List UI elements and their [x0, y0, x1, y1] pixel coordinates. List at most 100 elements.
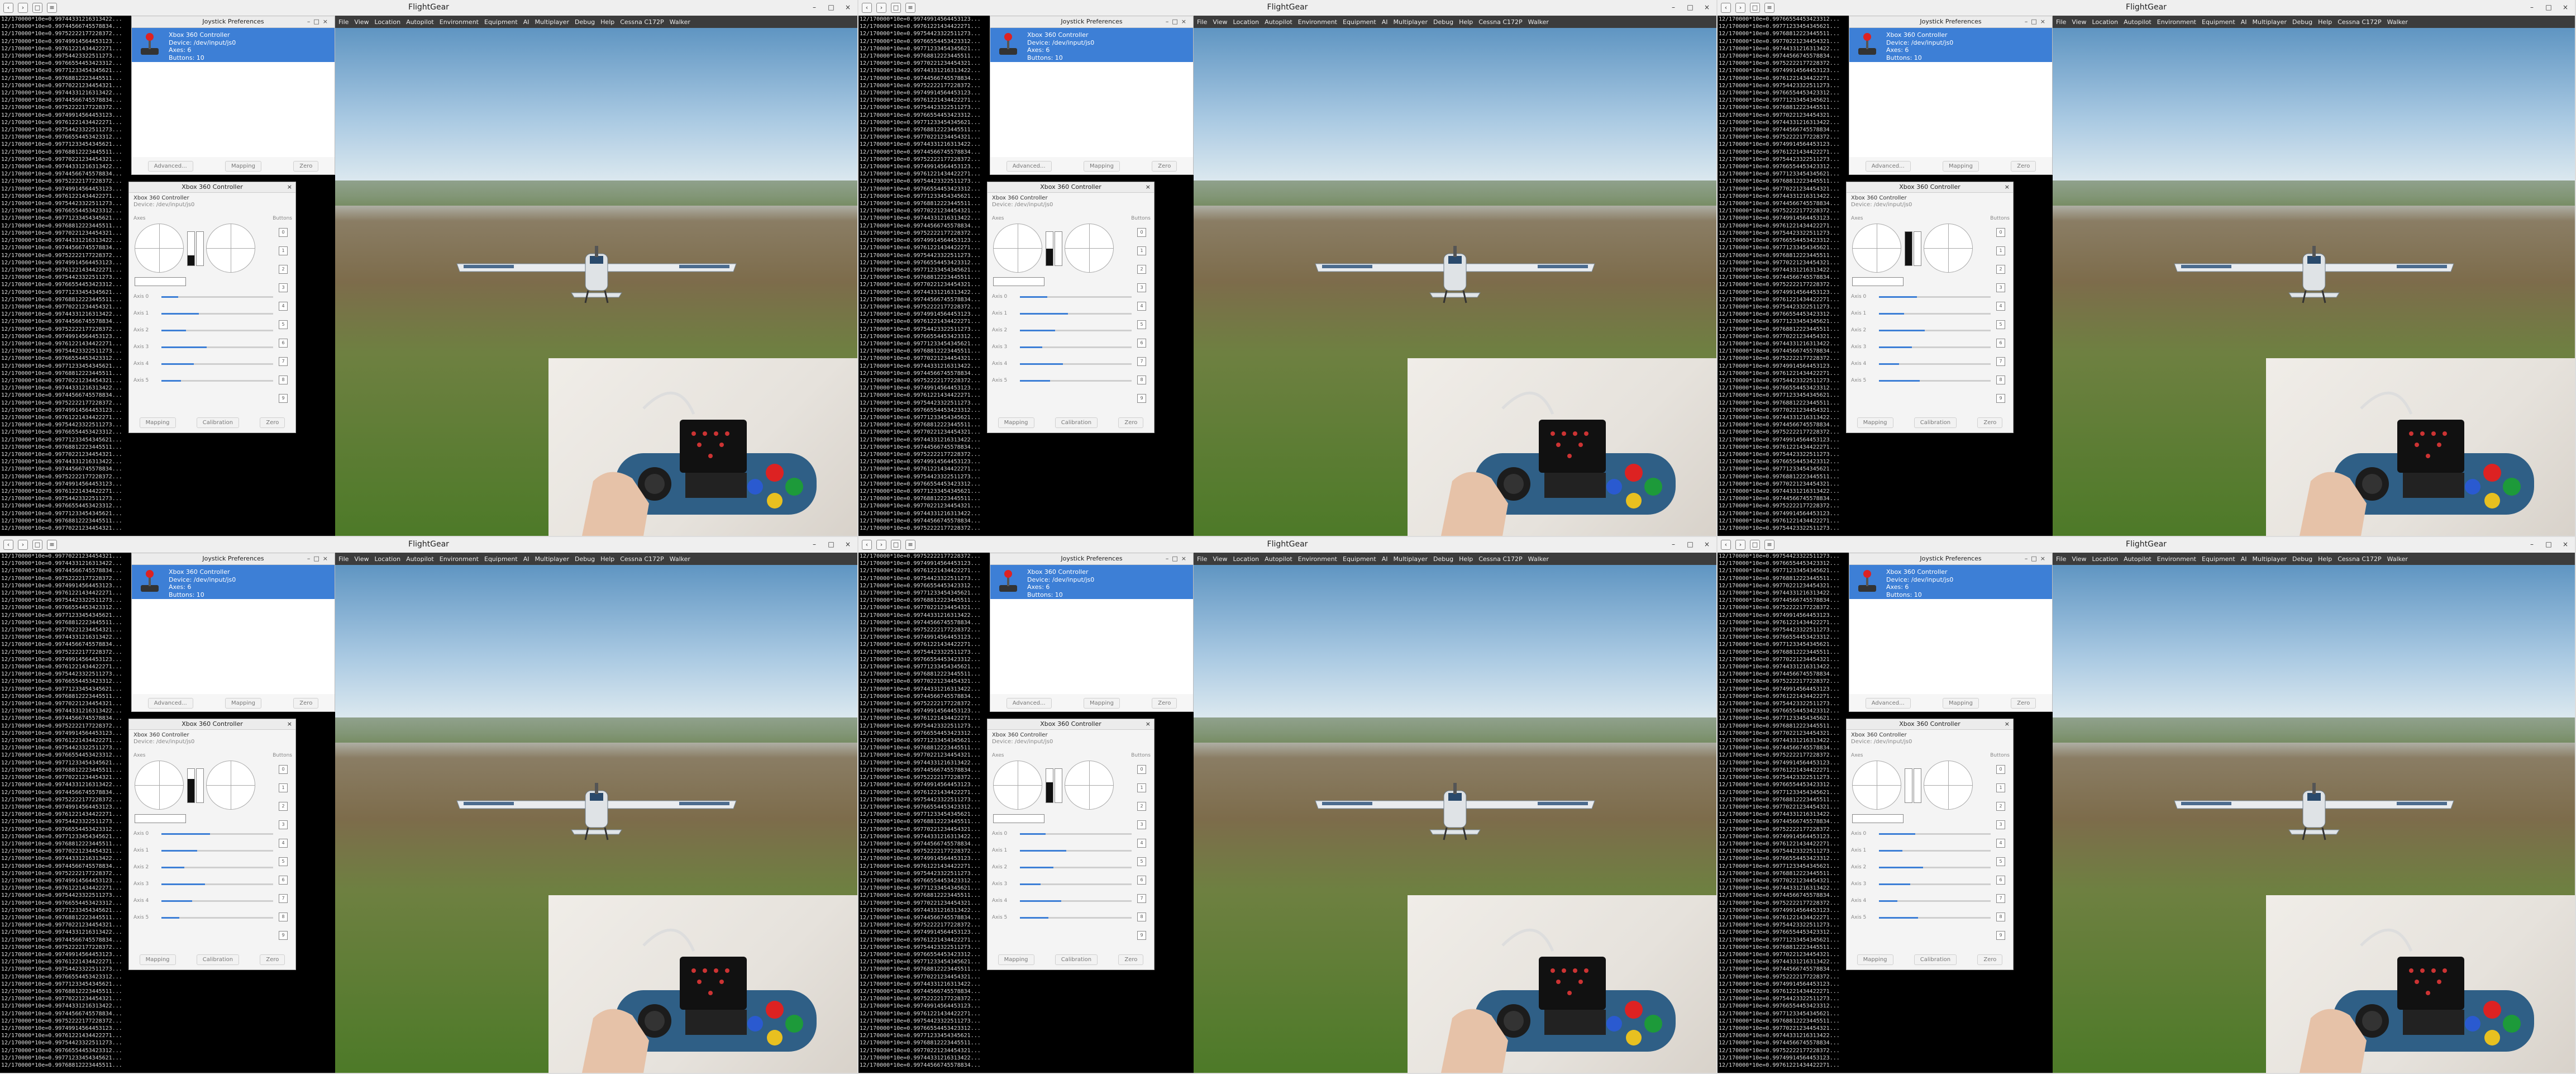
- menu-item-walker[interactable]: Walker: [2387, 18, 2408, 26]
- menu-item-file[interactable]: File: [1197, 555, 1207, 563]
- advanced-button[interactable]: Advanced...: [1865, 160, 1911, 172]
- menu-item-equipment[interactable]: Equipment: [2202, 555, 2235, 563]
- menu-item-multiplayer[interactable]: Multiplayer: [1394, 18, 1428, 26]
- menu-item-ai[interactable]: AI: [1382, 555, 1388, 563]
- menu-item-location[interactable]: Location: [375, 555, 401, 563]
- dialog-window-controls[interactable]: –□×: [2025, 16, 2049, 27]
- menu-item-multiplayer[interactable]: Multiplayer: [535, 18, 569, 26]
- menu-item-environment[interactable]: Environment: [440, 555, 479, 563]
- menu-item-multiplayer[interactable]: Multiplayer: [2253, 18, 2287, 26]
- menu-item-environment[interactable]: Environment: [2157, 18, 2196, 26]
- menu-item-environment[interactable]: Environment: [2157, 555, 2196, 563]
- dialog-window-controls[interactable]: –□×: [307, 553, 331, 564]
- menu-item-file[interactable]: File: [2056, 18, 2066, 26]
- close-icon[interactable]: ×: [2005, 182, 2010, 192]
- menu-item-equipment[interactable]: Equipment: [1343, 555, 1376, 563]
- menu-item-debug[interactable]: Debug: [575, 555, 595, 563]
- menu-item-view[interactable]: View: [2072, 18, 2086, 26]
- menu-item-ai[interactable]: AI: [2241, 18, 2247, 26]
- menu-item-debug[interactable]: Debug: [2292, 555, 2312, 563]
- zero-button[interactable]: Zero: [2011, 160, 2036, 172]
- menu-item-walker[interactable]: Walker: [1528, 555, 1549, 563]
- menu-item-multiplayer[interactable]: Multiplayer: [1394, 555, 1428, 563]
- menu-item-ai[interactable]: AI: [1382, 18, 1388, 26]
- dialog-window-controls[interactable]: –□×: [2025, 553, 2049, 564]
- mapping-button[interactable]: Mapping: [225, 160, 261, 172]
- menu-item-debug[interactable]: Debug: [2292, 18, 2312, 26]
- maximize-icon[interactable]: □: [1685, 2, 1695, 12]
- menu-item-file[interactable]: File: [338, 555, 349, 563]
- mapping-button[interactable]: Mapping: [1943, 697, 1979, 709]
- menu-item-file[interactable]: File: [338, 18, 349, 26]
- flightgear-view[interactable]: File View Location Autopilot Environment Equi…: [2053, 553, 2575, 1073]
- mapping-button[interactable]: Mapping: [1943, 160, 1979, 172]
- menu-item-view[interactable]: View: [354, 555, 369, 563]
- menu-item-help[interactable]: Help: [1459, 18, 1473, 26]
- close-icon[interactable]: ×: [1702, 2, 1712, 12]
- flightgear-view[interactable]: File View Location Autopilot Environment Equi…: [1194, 553, 1716, 1073]
- calibration-button[interactable]: Calibration: [196, 954, 240, 965]
- dialog-window-controls[interactable]: –□×: [1166, 16, 1190, 27]
- maximize-icon[interactable]: □: [826, 2, 836, 12]
- menu-item-equipment[interactable]: Equipment: [2202, 18, 2235, 26]
- menu-item-equipment[interactable]: Equipment: [1343, 18, 1376, 26]
- menu-item-walker[interactable]: Walker: [670, 18, 690, 26]
- menu-item-view[interactable]: View: [2072, 555, 2086, 563]
- menu-item-location[interactable]: Location: [2092, 18, 2119, 26]
- zero-button[interactable]: Zero: [260, 417, 285, 428]
- menu-item-autopilot[interactable]: Autopilot: [1265, 555, 1292, 563]
- maximize-icon[interactable]: □: [826, 539, 836, 549]
- close-icon[interactable]: ×: [287, 719, 292, 729]
- mapping-button[interactable]: Mapping: [1857, 954, 1893, 965]
- close-icon[interactable]: ×: [2560, 2, 2570, 12]
- menu-item-help[interactable]: Help: [600, 18, 614, 26]
- menu-item-ai[interactable]: AI: [523, 555, 529, 563]
- menu-item-cessna-c172p[interactable]: Cessna C172P: [2338, 555, 2381, 563]
- menu-item-cessna-c172p[interactable]: Cessna C172P: [2338, 18, 2381, 26]
- advanced-button[interactable]: Advanced...: [1865, 697, 1911, 709]
- mapping-button[interactable]: Mapping: [1857, 417, 1893, 428]
- menu-item-multiplayer[interactable]: Multiplayer: [2253, 555, 2287, 563]
- zero-button[interactable]: Zero: [1152, 160, 1177, 172]
- menu-item-help[interactable]: Help: [2318, 555, 2332, 563]
- menu-item-cessna-c172p[interactable]: Cessna C172P: [1478, 18, 1522, 26]
- menu-item-walker[interactable]: Walker: [2387, 555, 2408, 563]
- minimize-icon[interactable]: –: [809, 539, 819, 549]
- menu-item-walker[interactable]: Walker: [670, 555, 690, 563]
- advanced-button[interactable]: Advanced...: [1006, 697, 1052, 709]
- menu-item-autopilot[interactable]: Autopilot: [2124, 18, 2152, 26]
- menu-item-autopilot[interactable]: Autopilot: [1265, 18, 1292, 26]
- advanced-button[interactable]: Advanced...: [147, 160, 193, 172]
- maximize-icon[interactable]: □: [2544, 539, 2554, 549]
- menu-item-environment[interactable]: Environment: [440, 18, 479, 26]
- calibration-button[interactable]: Calibration: [1055, 954, 1098, 965]
- menu-item-file[interactable]: File: [2056, 555, 2066, 563]
- advanced-button[interactable]: Advanced...: [1006, 160, 1052, 172]
- menu-item-location[interactable]: Location: [1233, 555, 1260, 563]
- zero-button[interactable]: Zero: [1118, 954, 1144, 965]
- maximize-icon[interactable]: □: [1685, 539, 1695, 549]
- close-icon[interactable]: ×: [287, 182, 292, 192]
- flightgear-view[interactable]: File View Location Autopilot Environment Equi…: [1194, 16, 1716, 536]
- menu-item-location[interactable]: Location: [375, 18, 401, 26]
- minimize-icon[interactable]: –: [1668, 539, 1678, 549]
- menu-item-autopilot[interactable]: Autopilot: [406, 18, 434, 26]
- calibration-button[interactable]: Calibration: [196, 417, 240, 428]
- flightgear-view[interactable]: File View Location Autopilot Environment Equi…: [335, 16, 857, 536]
- joystick-device-row[interactable]: Xbox 360 Controller Device: /dev/input/j…: [132, 28, 335, 63]
- minimize-icon[interactable]: –: [809, 2, 819, 12]
- zero-button[interactable]: Zero: [1977, 954, 2003, 965]
- minimize-icon[interactable]: –: [2527, 539, 2537, 549]
- joystick-device-row[interactable]: Xbox 360 Controller Device: /dev/input/j…: [990, 565, 1193, 600]
- menu-item-help[interactable]: Help: [2318, 18, 2332, 26]
- close-icon[interactable]: ×: [2560, 539, 2570, 549]
- minimize-icon[interactable]: –: [2527, 2, 2537, 12]
- menu-item-debug[interactable]: Debug: [575, 18, 595, 26]
- zero-button[interactable]: Zero: [260, 954, 285, 965]
- zero-button[interactable]: Zero: [1977, 417, 2003, 428]
- menu-item-equipment[interactable]: Equipment: [484, 18, 518, 26]
- flightgear-view[interactable]: File View Location Autopilot Environment Equi…: [335, 553, 857, 1073]
- joystick-device-row[interactable]: Xbox 360 Controller Device: /dev/input/j…: [132, 565, 335, 600]
- maximize-icon[interactable]: □: [2544, 2, 2554, 12]
- calibration-button[interactable]: Calibration: [1055, 417, 1098, 428]
